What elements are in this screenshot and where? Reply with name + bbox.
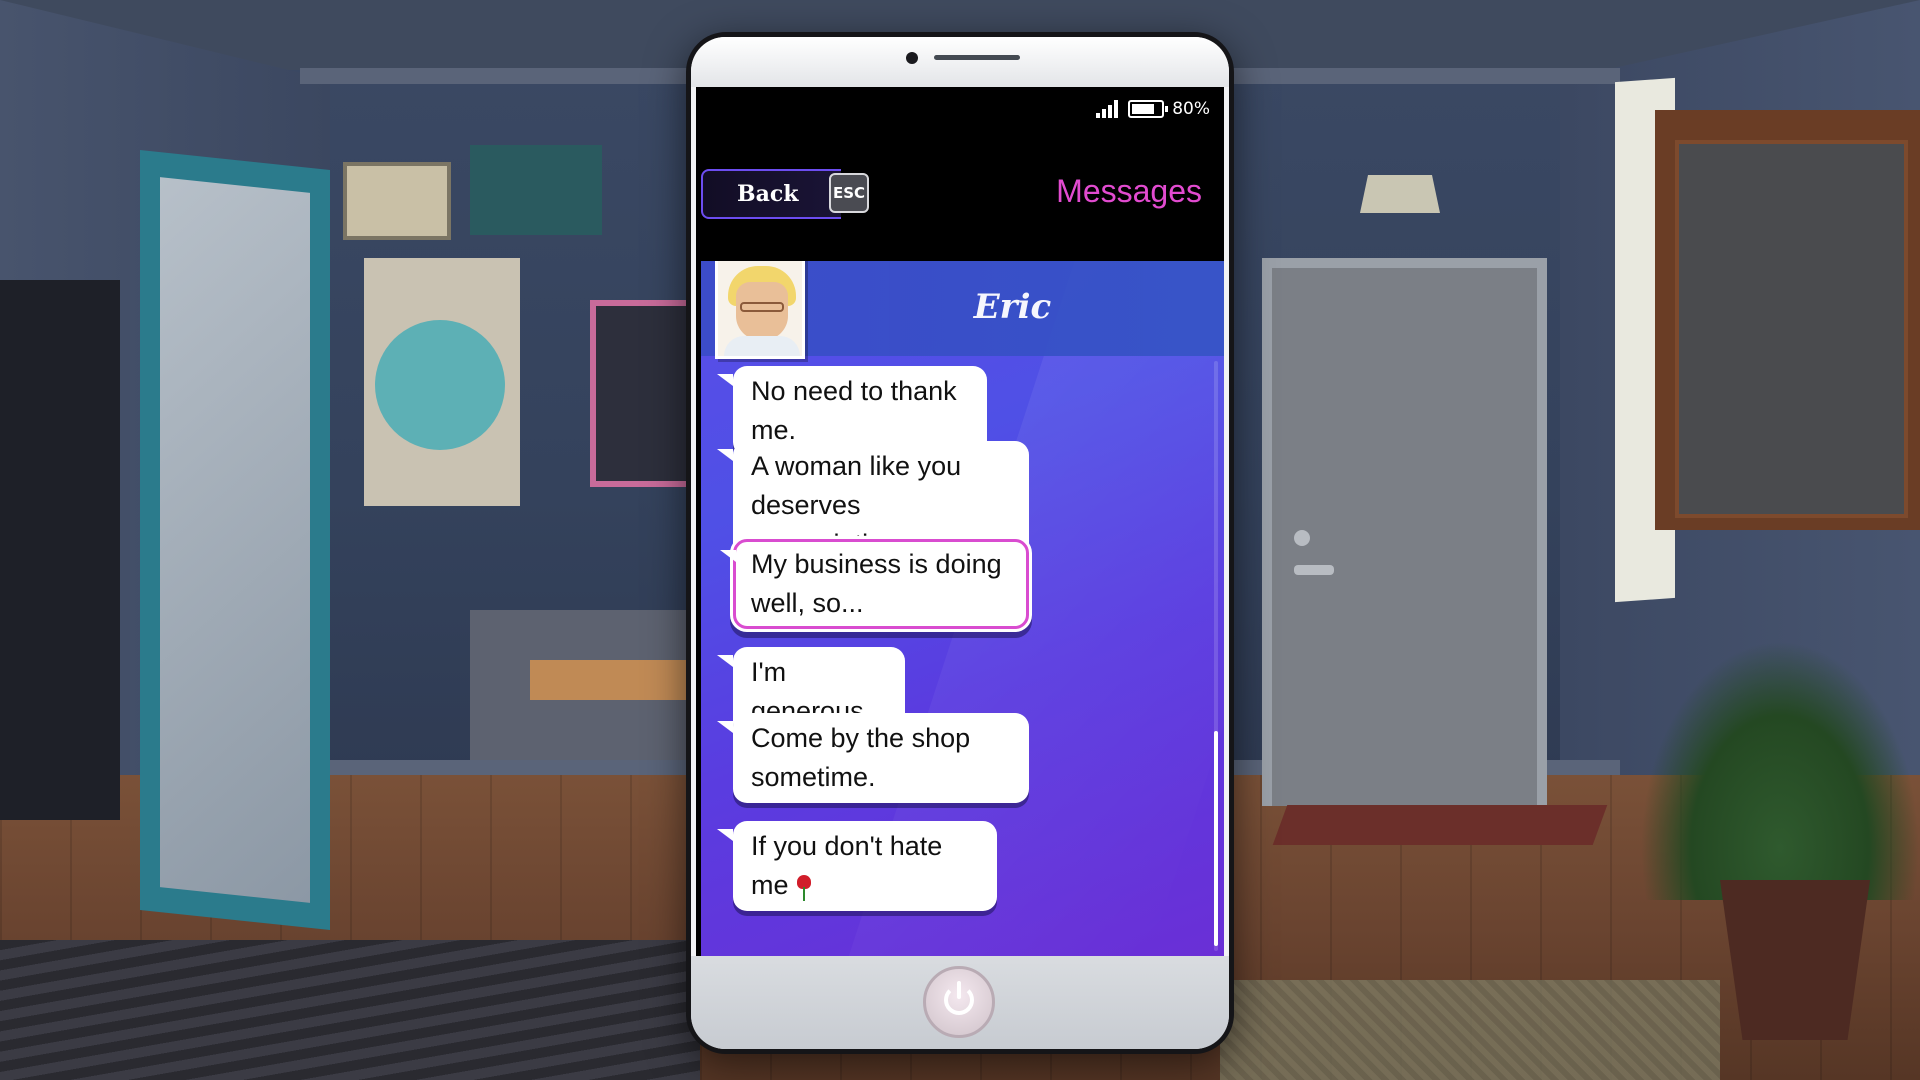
phone-top: [691, 37, 1229, 87]
message-bubble-selected[interactable]: My business is doing well, so...: [720, 539, 1029, 629]
phone-screen: 80% Back ESC Messages Eric No need to th…: [696, 87, 1224, 956]
avatar: [715, 261, 805, 359]
status-bar: 80%: [1096, 97, 1210, 121]
battery-icon: [1128, 100, 1169, 118]
back-label: Back: [737, 181, 799, 207]
speaker-grille: [934, 55, 1020, 60]
phone: 80% Back ESC Messages Eric No need to th…: [686, 32, 1234, 1054]
wall-frame: [343, 162, 451, 240]
power-button[interactable]: [923, 966, 995, 1038]
message-text: If you don't hate me: [751, 831, 943, 900]
doormat: [1272, 805, 1608, 845]
wall-light: [1360, 175, 1440, 213]
battery-percent: 80%: [1172, 99, 1210, 119]
chat-area[interactable]: Eric No need to thank me. A woman like y…: [701, 261, 1224, 956]
clothes-rack: [0, 280, 120, 820]
door-handle: [1294, 565, 1334, 575]
message-text: Come by the shop sometime.: [751, 723, 971, 792]
header: Back ESC Messages: [696, 167, 1224, 223]
door-knob: [1294, 530, 1310, 546]
message-bubble[interactable]: If you don't hate me: [717, 821, 997, 911]
signal-icon: [1096, 100, 1120, 118]
scrollbar-thumb[interactable]: [1214, 731, 1218, 946]
back-button[interactable]: Back: [701, 169, 841, 219]
message-bubble[interactable]: Come by the shop sometime.: [717, 713, 1029, 803]
page-title: Messages: [1056, 173, 1202, 209]
phone-bottom: [691, 956, 1229, 1049]
rose-icon: [795, 874, 811, 901]
rug-right: [1220, 980, 1720, 1080]
battery-fill: [1132, 104, 1155, 114]
contact-name: Eric: [973, 287, 1052, 327]
rug-left: [0, 940, 700, 1080]
plant-pot: [1720, 880, 1870, 1040]
mirror-glass: [160, 177, 310, 903]
power-icon: [944, 981, 974, 1015]
poster-circle: [375, 320, 505, 450]
wall-painting: [470, 145, 602, 235]
pink-shelf: [590, 300, 692, 487]
cabinet-glass: [1675, 140, 1908, 518]
message-text: No need to thank me.: [751, 376, 957, 445]
potted-plant: [1640, 640, 1920, 900]
desk-top: [530, 660, 710, 700]
camera-icon: [906, 52, 918, 64]
esc-key-hint[interactable]: ESC: [829, 173, 869, 213]
message-text: My business is doing well, so...: [751, 549, 1002, 618]
